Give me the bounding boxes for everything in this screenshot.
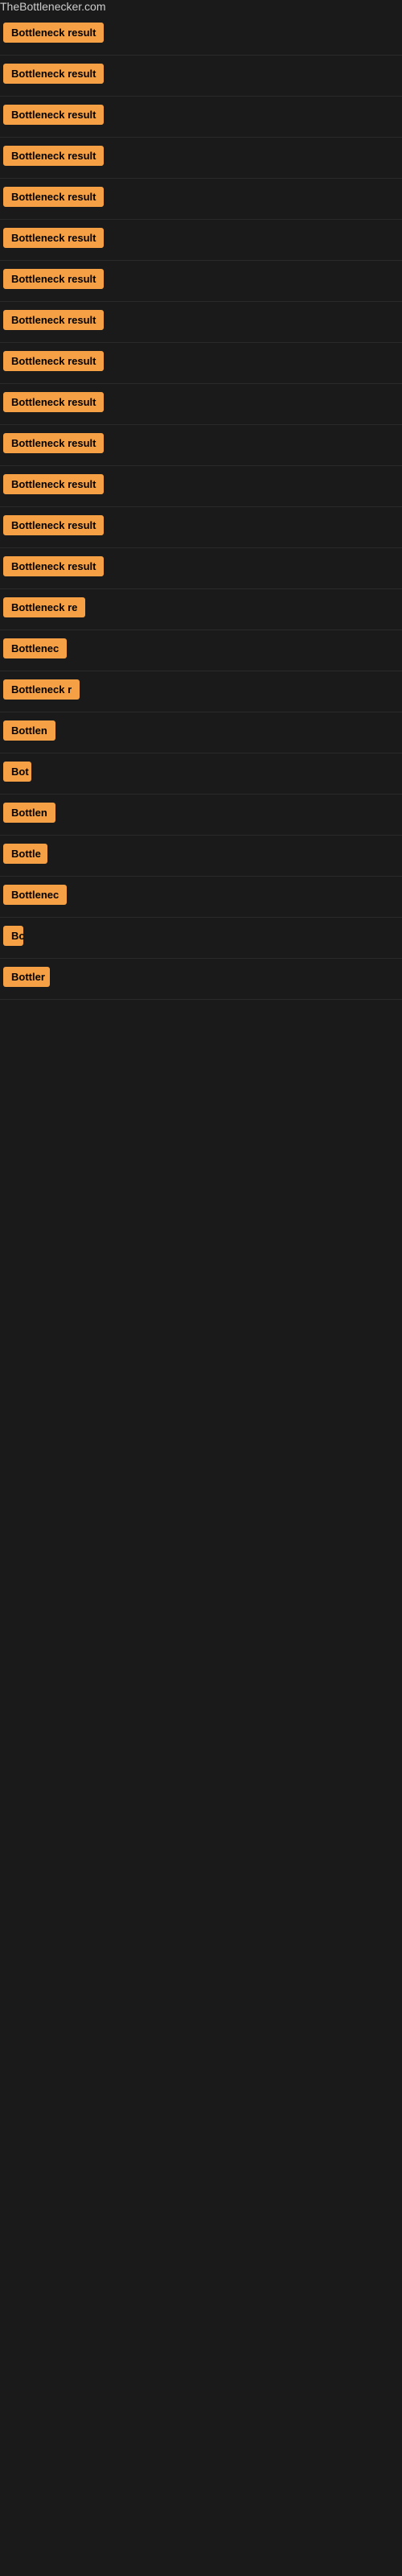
result-row[interactable]: Bottleneck result bbox=[0, 97, 402, 138]
result-row[interactable]: Bottleneck re bbox=[0, 589, 402, 630]
site-header: TheBottlenecker.com bbox=[0, 0, 402, 14]
bottleneck-badge[interactable]: Bottleneck re bbox=[3, 597, 85, 617]
bottleneck-badge[interactable]: Bottleneck result bbox=[3, 187, 104, 207]
bottleneck-badge[interactable]: Bottleneck result bbox=[3, 269, 104, 289]
result-row[interactable]: Bottleneck result bbox=[0, 261, 402, 302]
bottleneck-badge[interactable]: Bottleneck result bbox=[3, 23, 104, 43]
bottleneck-badge[interactable]: Bottleneck result bbox=[3, 105, 104, 125]
result-row[interactable]: Bottleneck result bbox=[0, 425, 402, 466]
bottleneck-badge[interactable]: Bottlen bbox=[3, 720, 55, 741]
result-row[interactable]: Bottleneck result bbox=[0, 302, 402, 343]
bottleneck-badge[interactable]: Bottleneck result bbox=[3, 228, 104, 248]
result-row[interactable]: Bottleneck result bbox=[0, 548, 402, 589]
bottleneck-badge[interactable]: Bottleneck result bbox=[3, 351, 104, 371]
result-row[interactable]: Bo bbox=[0, 918, 402, 959]
result-row[interactable]: Bottlen bbox=[0, 712, 402, 753]
bottleneck-badge[interactable]: Bottleneck result bbox=[3, 392, 104, 412]
result-row[interactable]: Bottleneck result bbox=[0, 220, 402, 261]
result-row[interactable]: Bottle bbox=[0, 836, 402, 877]
result-row[interactable]: Bot bbox=[0, 753, 402, 795]
result-row[interactable]: Bottleneck result bbox=[0, 507, 402, 548]
bottleneck-badge[interactable]: Bottler bbox=[3, 967, 50, 987]
bottleneck-badge[interactable]: Bottlenec bbox=[3, 638, 67, 658]
bottleneck-badge[interactable]: Bottleneck result bbox=[3, 556, 104, 576]
bottleneck-badge[interactable]: Bottle bbox=[3, 844, 47, 864]
bottleneck-badge[interactable]: Bot bbox=[3, 762, 31, 782]
result-row[interactable]: Bottleneck result bbox=[0, 56, 402, 97]
result-row[interactable]: Bottlenec bbox=[0, 877, 402, 918]
site-title: TheBottlenecker.com bbox=[0, 0, 106, 23]
bottleneck-badge[interactable]: Bo bbox=[3, 926, 23, 946]
bottleneck-badge[interactable]: Bottleneck r bbox=[3, 679, 80, 700]
result-row[interactable]: Bottleneck result bbox=[0, 138, 402, 179]
result-row[interactable]: Bottleneck result bbox=[0, 343, 402, 384]
bottleneck-badge[interactable]: Bottleneck result bbox=[3, 474, 104, 494]
result-row[interactable]: Bottlen bbox=[0, 795, 402, 836]
result-row[interactable]: Bottleneck r bbox=[0, 671, 402, 712]
bottleneck-badge[interactable]: Bottleneck result bbox=[3, 64, 104, 84]
bottleneck-badge[interactable]: Bottlenec bbox=[3, 885, 67, 905]
results-list: Bottleneck result Bottleneck result Bottle… bbox=[0, 14, 402, 1000]
bottleneck-badge[interactable]: Bottlen bbox=[3, 803, 55, 823]
bottleneck-badge[interactable]: Bottleneck result bbox=[3, 433, 104, 453]
result-row[interactable]: Bottleneck result bbox=[0, 179, 402, 220]
result-row[interactable]: Bottler bbox=[0, 959, 402, 1000]
result-row[interactable]: Bottleneck result bbox=[0, 466, 402, 507]
bottleneck-badge[interactable]: Bottleneck result bbox=[3, 146, 104, 166]
result-row[interactable]: Bottleneck result bbox=[0, 384, 402, 425]
bottleneck-badge[interactable]: Bottleneck result bbox=[3, 310, 104, 330]
bottleneck-badge[interactable]: Bottleneck result bbox=[3, 515, 104, 535]
result-row[interactable]: Bottlenec bbox=[0, 630, 402, 671]
